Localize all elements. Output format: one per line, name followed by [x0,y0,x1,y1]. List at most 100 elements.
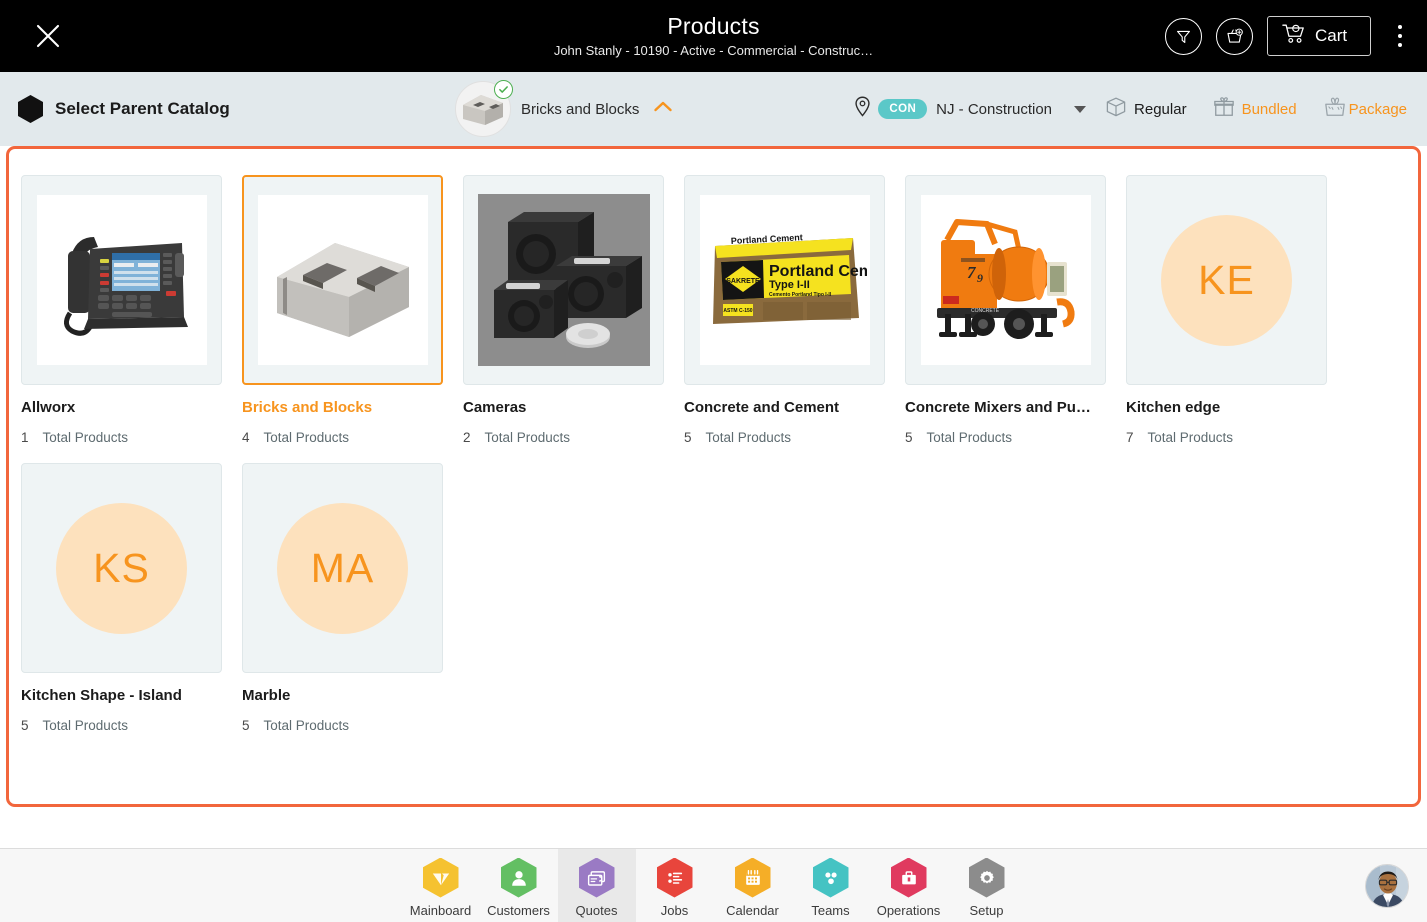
card-title: Concrete and Cement [684,399,840,416]
mode-regular-button[interactable]: Regular [1092,86,1200,132]
selected-catalog-chip[interactable]: Bricks and Blocks [455,72,673,146]
card-count: 2 [463,430,471,445]
card-meta: 4 Total Products [242,430,443,445]
card-count-label: Total Products [705,430,792,445]
catalog-card-concrete-and-cement[interactable]: SAKRETE Portland Cement Type I-II Cement… [684,175,885,445]
catalog-card-kitchen-shape-island[interactable]: KS Kitchen Shape - Island 5 Total Produc… [21,463,222,733]
nav-item-customers[interactable]: Customers [480,849,558,922]
kebab-menu-icon[interactable] [1387,14,1413,58]
selected-catalog-label: Bricks and Blocks [521,100,640,118]
gift-box-icon [1213,96,1235,123]
quotes-icon [578,857,615,898]
card-count: 5 [21,718,29,733]
nav-item-operations[interactable]: Operations [870,849,948,922]
card-meta: 5 Total Products [905,430,1106,445]
mode-regular-label: Regular [1134,100,1187,118]
portland-cement-bag-photo: SAKRETE Portland Cement Type I-II Cement… [699,195,870,365]
card-thumbnail: 7 9 CONCRETE [905,175,1106,385]
card-meta: 5 Total Products [684,430,885,445]
shopping-cart-icon [1282,23,1306,49]
card-meta: 7 Total Products [1126,430,1327,445]
nav-label: Setup [969,902,1004,918]
catalog-card-bricks-and-blocks[interactable]: Bricks and Blocks 4 Total Products [242,175,443,445]
user-avatar[interactable] [1365,863,1409,908]
bottom-nav-items: Mainboard Customers Quotes Jobs Calendar… [402,848,1026,922]
allworx-desk-phone-photo [36,195,207,365]
nav-label: Mainboard [409,902,472,918]
nav-item-teams[interactable]: Teams [792,849,870,922]
concrete-block-photo [257,195,428,365]
svg-text:Cemento Portland Tipo I-II: Cemento Portland Tipo I-II [769,292,832,298]
card-thumbnail: KS [21,463,222,673]
nav-item-quotes[interactable]: Quotes [557,848,636,922]
selected-catalog-thumbnail [455,80,513,137]
nav-label: Calendar [726,902,779,918]
filter-funnel-icon[interactable] [1165,17,1202,55]
card-title: Marble [242,687,291,704]
card-count: 5 [684,430,692,445]
catalog-card-kitchen-edge[interactable]: KE Kitchen edge 7 Total Products [1126,175,1327,445]
mode-package-button[interactable]: Package [1310,86,1411,132]
customers-person-icon [500,857,537,898]
nav-item-calendar[interactable]: Calendar [714,849,792,922]
jobs-list-icon [656,857,693,898]
svg-text:9: 9 [977,271,983,285]
card-count: 1 [21,430,29,445]
location-selector[interactable]: CON NJ - Construction [854,96,1052,122]
card-initials-avatar: KS [56,502,187,634]
card-count: 4 [242,430,250,445]
card-title: Kitchen Shape - Island [21,687,182,704]
catalog-card-allworx[interactable]: Allworx 1 Total Products [21,175,222,445]
card-title: Cameras [463,399,527,416]
card-meta: 5 Total Products [21,718,222,733]
select-parent-catalog-button[interactable]: Select Parent Catalog [18,72,230,146]
calendar-icon [734,857,771,898]
close-icon[interactable] [28,16,68,56]
card-initials-avatar: MA [277,502,408,634]
header-actions: Cart [1165,0,1413,72]
card-title: Bricks and Blocks [242,399,373,416]
cart-button[interactable]: Cart [1267,16,1371,56]
mode-package-label: Package [1348,100,1407,118]
nav-item-mainboard[interactable]: Mainboard [402,849,480,922]
card-meta: 1 Total Products [21,430,222,445]
chevron-down-icon[interactable] [1074,105,1087,113]
card-thumbnail: KE [1126,175,1327,385]
card-count-label: Total Products [42,430,129,445]
concrete-mixer-pump-photo: 7 9 CONCRETE [920,195,1091,365]
page-title: Products [667,12,760,39]
card-count: 5 [905,430,913,445]
svg-text:Type I-II: Type I-II [769,279,810,291]
svg-text:ASTM C-150: ASTM C-150 [723,308,752,314]
catalog-card-grid: Allworx 1 Total Products Bricks and Bloc… [21,175,1401,751]
box-package-icon [1105,96,1127,123]
page-subtitle: John Stanly - 10190 - Active - Commercia… [553,42,874,58]
top-header-bar: Products John Stanly - 10190 - Active - … [0,0,1427,72]
card-thumbnail [21,175,222,385]
hexagon-icon [18,95,43,123]
nav-item-setup[interactable]: Setup [948,849,1026,922]
nav-item-jobs[interactable]: Jobs [636,849,714,922]
teams-icon [812,857,849,898]
cart-label: Cart [1315,26,1348,45]
select-parent-catalog-label: Select Parent Catalog [55,99,230,118]
mode-bundled-button[interactable]: Bundled [1200,86,1310,132]
card-thumbnail: SAKRETE Portland Cement Type I-II Cement… [684,175,885,385]
nav-label: Customers [487,902,550,918]
catalog-card-cameras[interactable]: Cameras 2 Total Products [463,175,664,445]
svg-text:CONCRETE: CONCRETE [971,308,1000,314]
mainboard-icon [422,857,459,898]
card-count-label: Total Products [1147,430,1234,445]
chevron-up-icon[interactable] [653,100,673,118]
catalog-card-concrete-mixers-and-pumps[interactable]: 7 9 CONCRETE Concrete Mixers and Pu… 5 T… [905,175,1106,445]
catalog-card-marble[interactable]: MA Marble 5 Total Products [242,463,443,733]
operations-briefcase-icon [890,857,927,898]
card-initials-avatar: KE [1161,214,1292,346]
svg-text:SAKRETE: SAKRETE [726,278,760,285]
location-code-badge: CON [878,99,928,119]
toolbar-right-group: CON NJ - Construction Regular Bundled Pa… [854,72,1411,146]
add-to-basket-icon[interactable] [1216,17,1253,55]
catalog-content-frame: Allworx 1 Total Products Bricks and Bloc… [6,146,1421,807]
card-thumbnail [242,175,443,385]
card-count: 5 [242,718,250,733]
